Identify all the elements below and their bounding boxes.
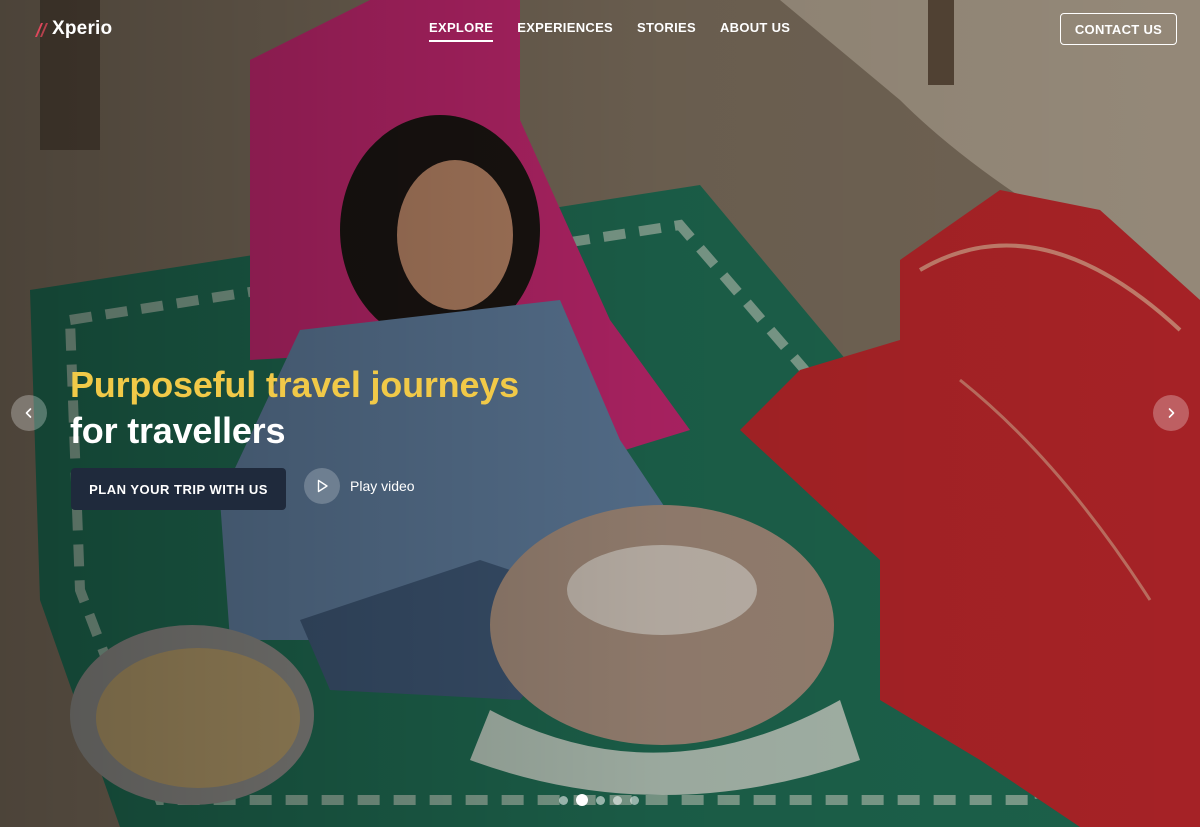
carousel-next-button[interactable] [1153, 395, 1189, 431]
nav-item-about-us[interactable]: ABOUT US [720, 20, 790, 42]
nav-item-explore[interactable]: EXPLORE [429, 20, 494, 42]
nav-item-stories[interactable]: STORIES [637, 20, 696, 42]
hero-headline: Purposeful travel journeys for traveller… [70, 362, 519, 454]
plan-trip-button[interactable]: PLAN YOUR TRIP WITH US [71, 468, 286, 510]
site-header: Xperio EXPLORE EXPERIENCES STORIES ABOUT… [0, 0, 1200, 60]
play-icon [304, 468, 340, 504]
logo[interactable]: Xperio [34, 18, 112, 40]
carousel-dot[interactable] [613, 795, 622, 805]
carousel-pagination [559, 794, 639, 806]
hero-section: Xperio EXPLORE EXPERIENCES STORIES ABOUT… [0, 0, 1200, 827]
carousel-dot[interactable] [630, 795, 639, 805]
play-video-button[interactable]: Play video [304, 468, 415, 504]
chevron-left-icon [25, 408, 32, 418]
carousel-dot-active[interactable] [576, 794, 588, 806]
logo-text: Xperio [52, 18, 113, 39]
carousel-dot[interactable] [559, 795, 568, 805]
logo-mark-icon [35, 23, 48, 37]
headline-highlight: Purposeful travel journeys [70, 364, 519, 405]
play-video-label: Play video [350, 478, 415, 494]
main-nav: EXPLORE EXPERIENCES STORIES ABOUT US [429, 20, 790, 42]
nav-item-experiences[interactable]: EXPERIENCES [517, 20, 613, 42]
headline-secondary: for travellers [70, 410, 286, 451]
chevron-right-icon [1168, 408, 1175, 418]
carousel-prev-button[interactable] [11, 395, 47, 431]
carousel-dot[interactable] [596, 795, 605, 805]
contact-us-button[interactable]: CONTACT US [1060, 13, 1177, 45]
